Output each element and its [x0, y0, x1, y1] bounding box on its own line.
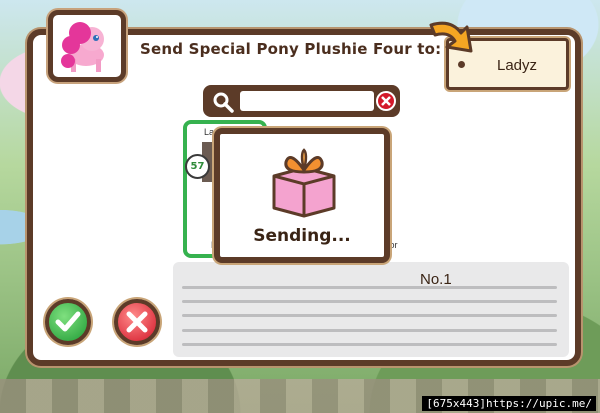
arrow-icon: [429, 21, 473, 53]
search-input[interactable]: [240, 91, 374, 111]
dialog-title: Send Special Pony Plushie Four to:: [140, 40, 442, 58]
friend-level-badge: 57: [185, 154, 210, 179]
confirm-button[interactable]: [45, 299, 91, 345]
gift-icon: [272, 148, 336, 218]
recipient-name: Ladyz: [497, 57, 538, 74]
watermark: [675x443]https://upic.me/: [422, 396, 596, 411]
pony-avatar-icon: [61, 22, 104, 72]
sending-label: Sending...: [253, 226, 351, 246]
close-icon: [126, 311, 148, 333]
message-line: [182, 300, 557, 303]
avatar: [48, 10, 126, 82]
message-line: [182, 314, 557, 317]
cancel-button[interactable]: [114, 299, 160, 345]
message-line: [182, 343, 557, 346]
tag-hole: [458, 61, 465, 68]
message-line: [182, 329, 557, 332]
search-icon[interactable]: [212, 91, 234, 113]
clear-icon[interactable]: [376, 91, 396, 111]
check-icon: [55, 311, 81, 332]
friend-search-bar: [203, 85, 400, 117]
sending-popup: Sending...: [214, 128, 390, 263]
message-line: [182, 286, 557, 289]
message-panel[interactable]: No.1: [173, 262, 569, 357]
